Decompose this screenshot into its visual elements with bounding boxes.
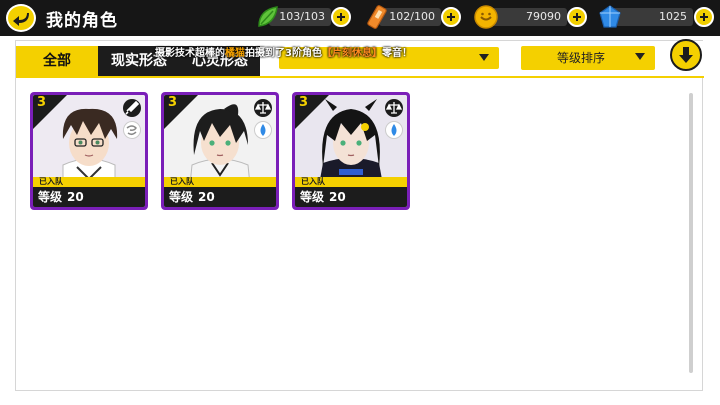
level-row: 等级 20 (164, 187, 276, 207)
chevron-down-icon (635, 53, 645, 60)
character-card[interactable]: 3 已入队 等级 20 (30, 92, 148, 210)
water-drop-icon (254, 121, 272, 139)
level-value: 20 (67, 190, 84, 204)
level-label: 等级 (169, 190, 194, 204)
add-stamina-button[interactable] (331, 7, 351, 27)
water-drop-icon (385, 121, 403, 139)
tab-all[interactable]: 全部 (16, 46, 98, 76)
level-label: 等级 (38, 190, 63, 204)
sort-label: 等级排序 (557, 51, 606, 65)
ticker-middle: 拍摄到了3阶角色 (245, 48, 322, 59)
crystal-resource: 1025 (597, 5, 717, 28)
film-resource: 102/100 (365, 5, 465, 29)
page-title: 我的角色 (46, 11, 118, 31)
back-button[interactable] (6, 4, 36, 32)
tier-number: 3 (168, 95, 178, 110)
level-label: 等级 (300, 190, 325, 204)
sword-icon (123, 99, 141, 117)
leaf-stamina-icon (258, 6, 278, 27)
sort-dropdown[interactable]: 等级排序 (521, 46, 655, 70)
blue-crystal-icon (599, 5, 621, 28)
arrow-down-icon (679, 47, 693, 63)
broadcast-ticker: 摄影技术超棒的橘猫拍摄到了3阶角色【片刻休息】零音！ (155, 45, 495, 63)
sort-order-button[interactable] (670, 39, 702, 71)
in-team-label: 已入队 (39, 177, 63, 186)
scrollbar[interactable] (689, 93, 693, 373)
crystal-value: 1025 (611, 8, 693, 26)
plus-icon (573, 13, 581, 21)
level-value: 20 (198, 190, 215, 204)
stamina-resource: 103/103 (255, 6, 355, 28)
character-card-inner: 3 已入队 等级 20 (33, 95, 145, 207)
character-card-inner: 3 已入队 等级 20 (295, 95, 407, 207)
tab-divider (16, 76, 704, 78)
plus-icon (447, 13, 455, 21)
coins-resource: 79090 (473, 5, 591, 29)
add-film-button[interactable] (441, 7, 461, 27)
scales-icon (385, 99, 403, 117)
level-row: 等级 20 (33, 187, 145, 207)
film-roll-icon (367, 5, 387, 29)
plus-icon (337, 13, 345, 21)
add-crystal-button[interactable] (694, 7, 714, 27)
character-card-inner: 3 已入队 等级 20 (164, 95, 276, 207)
ticker-suffix: 零音！ (381, 48, 412, 59)
in-team-label: 已入队 (301, 177, 325, 186)
tier-number: 3 (299, 95, 309, 110)
tier-number: 3 (37, 95, 47, 110)
ticker-item: 【片刻休息】 (321, 48, 382, 59)
scales-icon (254, 99, 272, 117)
plus-icon (700, 13, 708, 21)
in-team-label: 已入队 (170, 177, 194, 186)
gold-coin-icon (474, 5, 498, 29)
ticker-player-name: 橘猫 (225, 48, 245, 59)
level-value: 20 (329, 190, 346, 204)
back-arrow-icon (13, 13, 29, 26)
character-card[interactable]: 3 已入队 等级 20 (292, 92, 410, 210)
ticker-prefix: 摄影技术超棒的 (155, 48, 225, 59)
character-card[interactable]: 3 已入队 等级 20 (161, 92, 279, 210)
top-bar: 我的角色 103/103 102/100 79090 1025 (0, 0, 720, 36)
wind-swirl-icon (123, 121, 141, 139)
level-row: 等级 20 (295, 187, 407, 207)
coins-value: 79090 (487, 8, 567, 26)
add-coins-button[interactable] (567, 7, 587, 27)
